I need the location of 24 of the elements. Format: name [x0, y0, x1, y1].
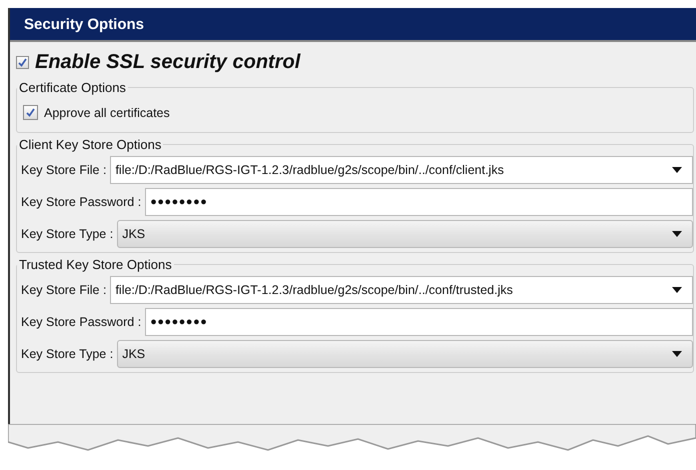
checkbox[interactable] [16, 56, 29, 68]
file-combo-box[interactable]: file:/D:/RadBlue/RGS-IGT-1.2.3/radblue/g2s/scope/bin/../conf/trusted.jks [110, 276, 693, 304]
group-title: Trusted Key Store Options [18, 257, 173, 272]
checkbox-label: Enable SSL security control [35, 50, 300, 74]
field-label: Key Store Type : [21, 347, 114, 361]
password-field[interactable]: ●●●●●●●● [145, 308, 693, 336]
group-title: Certificate Options [18, 80, 127, 95]
caret-icon [672, 231, 682, 237]
group-title: Client Key Store Options [18, 137, 162, 152]
type-dropdown[interactable]: JKS [117, 340, 693, 368]
field-label: Key Store File : [21, 283, 106, 297]
caret-icon [672, 167, 682, 173]
field-label: Key Store Password : [21, 195, 142, 209]
caret-icon [672, 351, 682, 357]
checkbox[interactable] [23, 105, 38, 120]
checkbox-label: Approve all certificates [44, 106, 170, 120]
field-label: Key Store File : [21, 163, 106, 177]
caret-icon [672, 287, 682, 293]
file-combo-box[interactable]: file:/D:/RadBlue/RGS-IGT-1.2.3/radblue/g2s/scope/bin/../conf/client.jks [110, 156, 693, 184]
type-dropdown[interactable]: JKS [117, 220, 693, 248]
field-label: Key Store Type : [21, 227, 114, 241]
field-label: Key Store Password : [21, 315, 142, 329]
password-field[interactable]: ●●●●●●●● [145, 188, 693, 216]
panel-title: Security Options [10, 8, 696, 42]
